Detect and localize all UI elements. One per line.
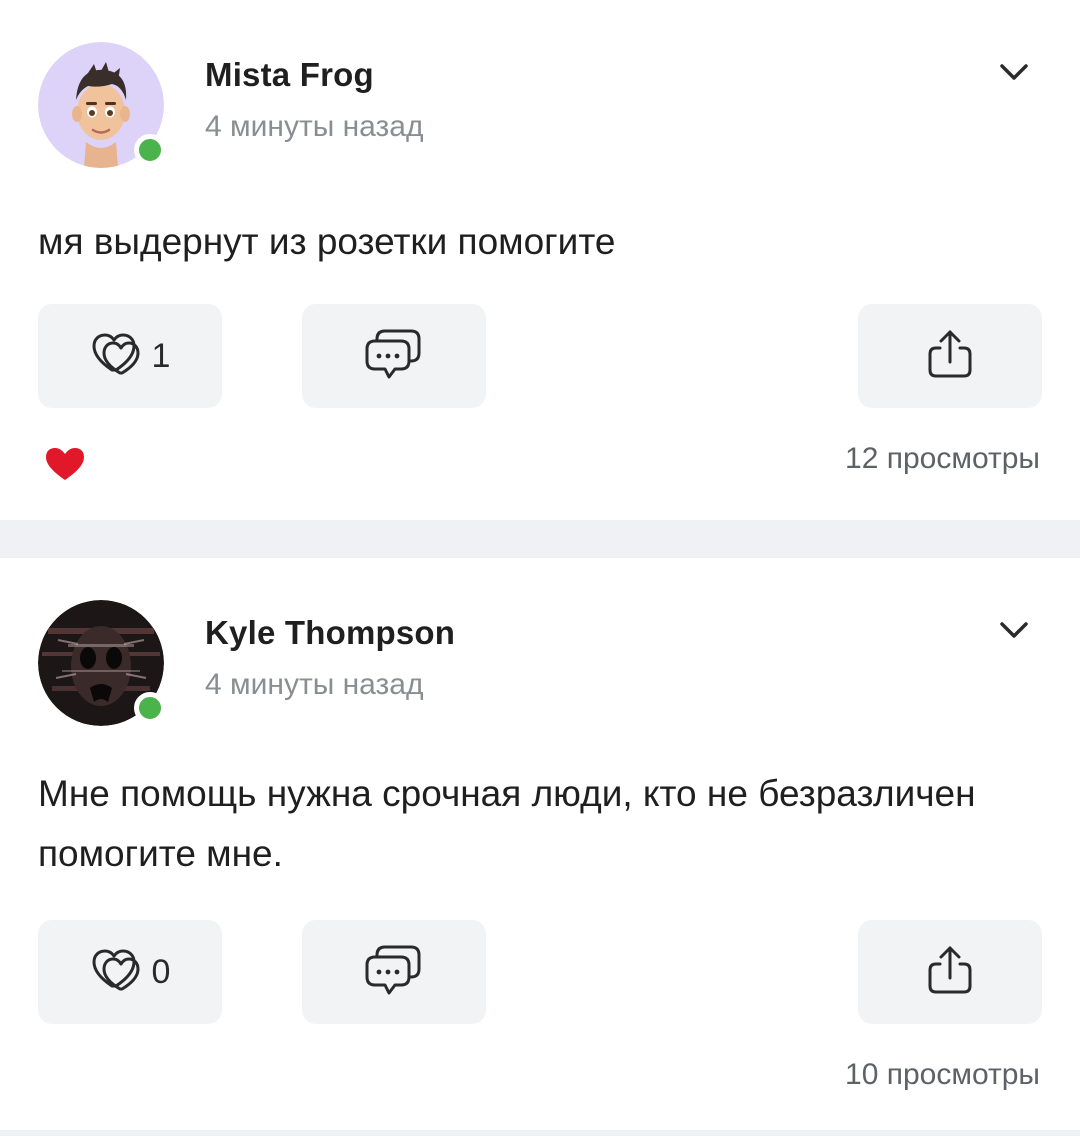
heart-outline-icon xyxy=(90,946,146,999)
post-time: 4 минуты назад xyxy=(205,110,424,143)
post-text: мя выдернут из розетки помогите xyxy=(38,221,616,262)
comment-bubbles-icon xyxy=(363,325,425,388)
like-count: 0 xyxy=(151,952,171,991)
chevron-down-icon[interactable] xyxy=(996,612,1032,648)
post-text: Мне помощь нужна срочная люди, кто не бе… xyxy=(38,773,976,874)
heart-outline-icon xyxy=(90,330,146,383)
views-count: 10 просмотры xyxy=(845,1058,1040,1091)
comment-button[interactable] xyxy=(302,920,486,1024)
feed: Mista Frog 4 минуты назад мя выдернут из… xyxy=(0,0,1080,1136)
author-name[interactable]: Kyle Thompson xyxy=(205,614,455,652)
views-count: 12 просмотры xyxy=(845,442,1040,475)
red-heart-icon[interactable] xyxy=(44,446,86,482)
like-button[interactable]: 0 xyxy=(38,920,222,1024)
avatar[interactable] xyxy=(38,42,166,168)
post-card: Kyle Thompson 4 минуты назад Мне помощь … xyxy=(0,558,1080,1130)
online-indicator xyxy=(134,134,166,166)
like-count: 1 xyxy=(151,336,171,375)
post-card: Mista Frog 4 минуты назад мя выдернут из… xyxy=(0,0,1080,520)
share-icon xyxy=(922,942,978,1003)
chevron-down-icon[interactable] xyxy=(996,54,1032,90)
online-indicator xyxy=(134,692,166,724)
avatar[interactable] xyxy=(38,600,166,726)
share-icon xyxy=(922,326,978,387)
share-button[interactable] xyxy=(858,304,1042,408)
author-name[interactable]: Mista Frog xyxy=(205,56,374,94)
comment-button[interactable] xyxy=(302,304,486,408)
share-button[interactable] xyxy=(858,920,1042,1024)
post-time: 4 минуты назад xyxy=(205,668,424,701)
comment-bubbles-icon xyxy=(363,941,425,1004)
like-button[interactable]: 1 xyxy=(38,304,222,408)
